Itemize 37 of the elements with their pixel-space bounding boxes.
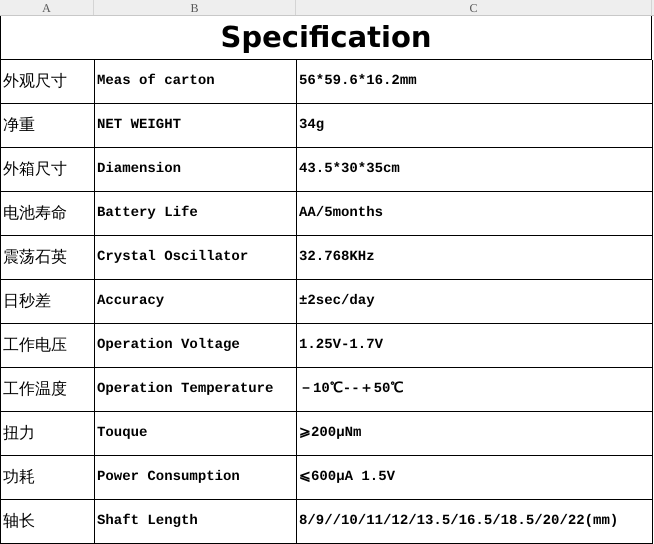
table-cell: 工作温度 — [1, 368, 95, 412]
table-cell: 34g — [297, 104, 653, 148]
table-cell: Operation Voltage — [95, 324, 297, 368]
table-cell: Shaft Length — [95, 500, 297, 544]
table-cell: Meas of carton — [95, 60, 297, 104]
table-cell: 43.5*30*35cm — [297, 148, 653, 192]
column-header[interactable]: A — [0, 0, 94, 15]
table-cell: 32.768KHz — [297, 236, 653, 280]
table-cell: AA/5months — [297, 192, 653, 236]
column-header[interactable]: B — [94, 0, 296, 15]
table-cell: ⩽600μA 1.5V — [297, 456, 653, 500]
table-cell: ±2sec/day — [297, 280, 653, 324]
table-cell: Power Consumption — [95, 456, 297, 500]
table-cell: ⩾200μNm — [297, 412, 653, 456]
table-cell: 扭力 — [1, 412, 95, 456]
table-cell: Battery Life — [95, 192, 297, 236]
table-cell: 56*59.6*16.2mm — [297, 60, 653, 104]
table-cell: 功耗 — [1, 456, 95, 500]
table-cell: Operation Temperature — [95, 368, 297, 412]
table-cell: Crystal Oscillator — [95, 236, 297, 280]
table-cell: Diamension — [95, 148, 297, 192]
table-cell: 轴长 — [1, 500, 95, 544]
table-cell: 外箱尺寸 — [1, 148, 95, 192]
table-cell: Accuracy — [95, 280, 297, 324]
title-cell: Specification — [1, 16, 652, 60]
table-cell: 1.25V-1.7V — [297, 324, 653, 368]
table-cell: NET WEIGHT — [95, 104, 297, 148]
table-cell: 震荡石英 — [1, 236, 95, 280]
column-header[interactable]: C — [296, 0, 652, 15]
table-cell: 外观尺寸 — [1, 60, 95, 104]
table-cell: 工作电压 — [1, 324, 95, 368]
table-cell: 电池寿命 — [1, 192, 95, 236]
table-cell: 8/9//10/11/12/13.5/16.5/18.5/20/22(mm) — [297, 500, 653, 544]
table-cell: 日秒差 — [1, 280, 95, 324]
table-cell: 净重 — [1, 104, 95, 148]
table-cell: －10℃--＋50℃ — [297, 368, 653, 412]
table-cell: Touque — [95, 412, 297, 456]
